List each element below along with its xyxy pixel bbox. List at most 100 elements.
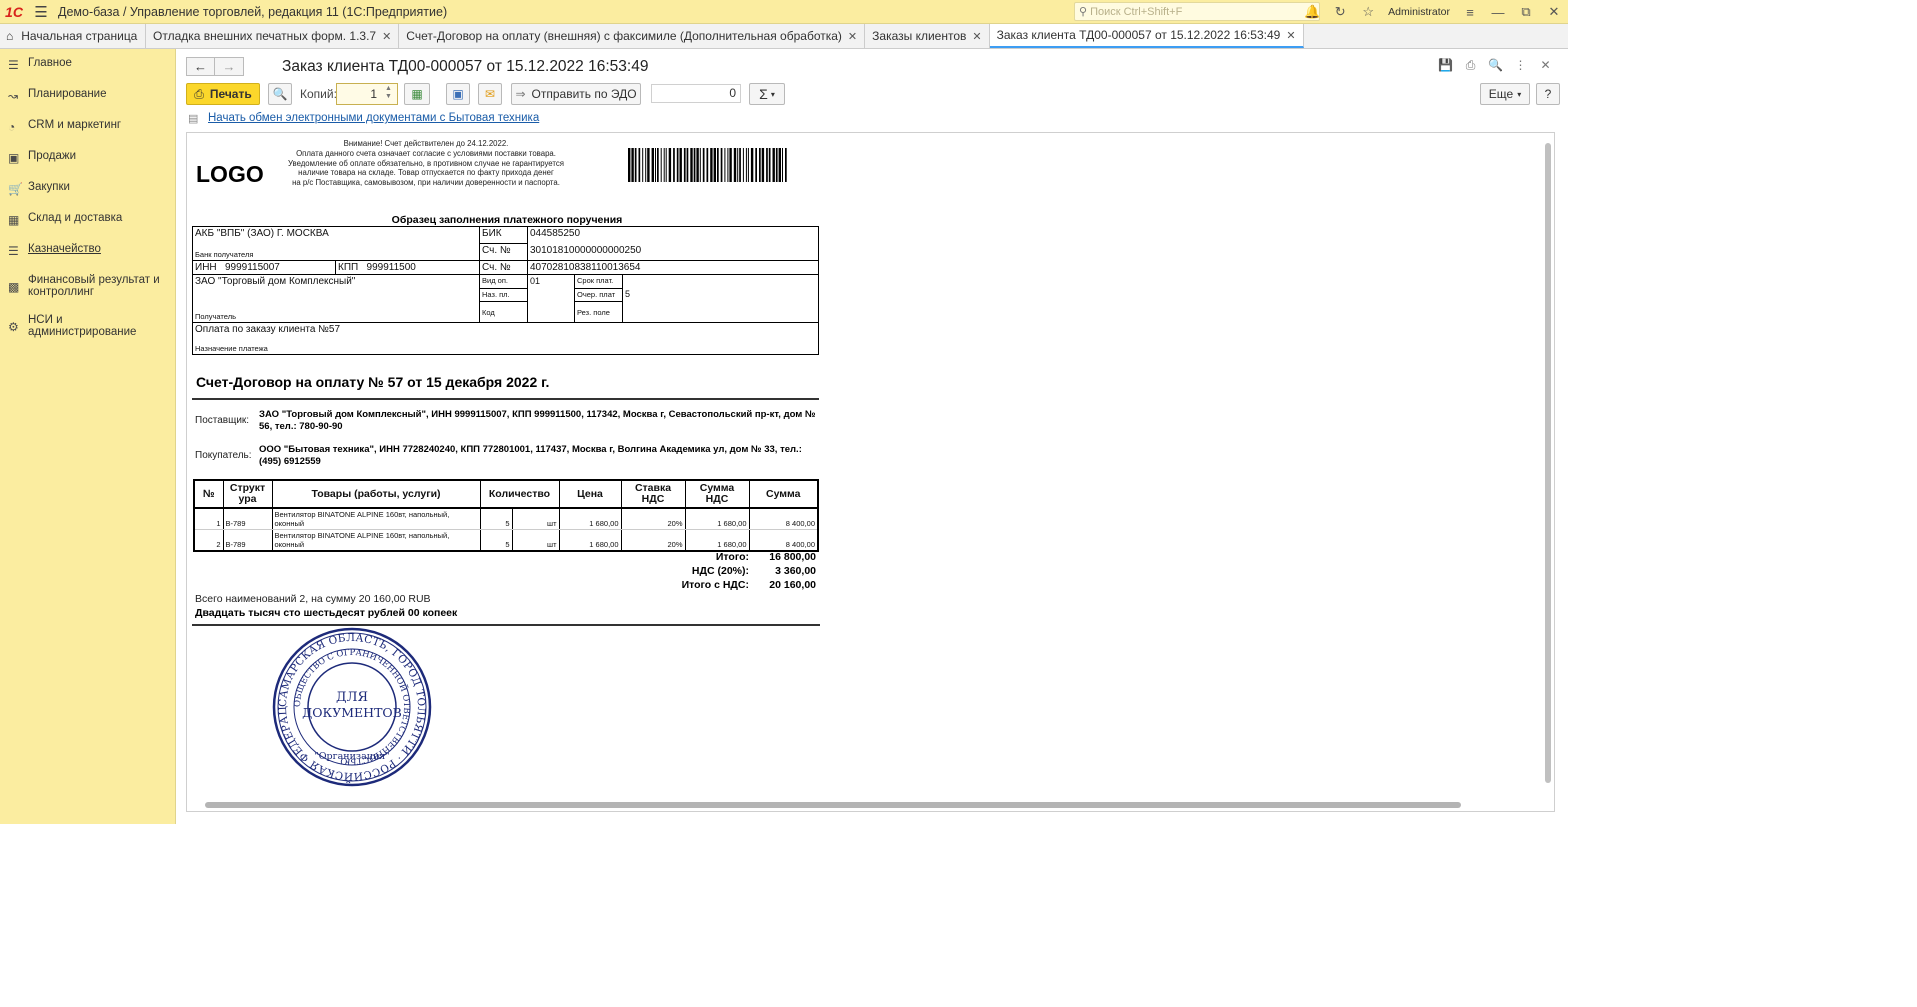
vat-label: НДС (20%): — [691, 565, 749, 577]
grid-icon: ▦ — [411, 87, 423, 101]
save-file-button[interactable]: ▣ — [446, 83, 470, 105]
items-table: № Структ ура Товары (работы, услуги) Кол… — [193, 479, 819, 552]
settings-menu-icon[interactable]: ≡ — [1456, 0, 1484, 24]
copies-label: Копий: — [300, 87, 337, 101]
1c-logo-icon[interactable]: 1С — [0, 0, 28, 24]
minimize-icon[interactable]: — — [1484, 0, 1512, 24]
more-vertical-icon[interactable]: ⋮ — [1508, 58, 1533, 74]
send-edo-button[interactable]: ⇒ Отправить по ЭДО — [511, 83, 641, 105]
close-tab-icon[interactable]: ✕ — [848, 30, 857, 43]
sidebar-item-admin[interactable]: ⚙ НСИ и администрирование — [0, 314, 175, 338]
restore-icon[interactable]: ⧉ — [1512, 0, 1540, 24]
divider — [192, 398, 819, 400]
close-window-icon[interactable]: ✕ — [1540, 0, 1568, 24]
app-title: Демо-база / Управление торговлей, редакц… — [58, 4, 448, 19]
edo-link[interactable]: Начать обмен электронными документами с … — [208, 112, 539, 124]
sidebar-item-treasury[interactable]: ☰ Казначейство — [0, 243, 175, 258]
svg-text:ДЛЯ: ДЛЯ — [336, 690, 368, 705]
sum-field[interactable]: 0 — [651, 84, 741, 103]
company-stamp-image: САМАРСКАЯ ОБЛАСТЬ, ГОРОД ТОЛЬЯТТИ · РОСС… — [272, 627, 432, 787]
main-area: ← → Заказ клиента ТД00-000057 от 15.12.2… — [177, 49, 1568, 824]
buyer-label: Покупатель: — [195, 450, 252, 461]
favorites-star-icon[interactable]: ☆ — [1354, 0, 1382, 24]
barcode-image — [628, 148, 787, 182]
sidebar-item-purchases[interactable]: 🛒 Закупки — [0, 181, 175, 196]
help-button[interactable]: ? — [1536, 83, 1560, 105]
vat-value: 3 360,00 — [775, 565, 816, 577]
more-button[interactable]: Еще ▾ — [1480, 83, 1530, 105]
template-button[interactable]: ▦ — [404, 83, 430, 105]
tab-invoice-facsimile[interactable]: Счет-Договор на оплату (внешняя) с факси… — [399, 24, 866, 48]
sidebar-item-crm[interactable]: ◔ CRM и маркетинг — [0, 119, 175, 134]
treasury-icon: ☰ — [8, 244, 19, 258]
tab-label: Начальная страница — [21, 29, 138, 43]
amount-in-words: Двадцать тысяч сто шестьдесят рублей 00 … — [195, 607, 458, 619]
items-summary: Всего наименований 2, на сумму 20 160,00… — [195, 593, 431, 605]
sidebar-item-main[interactable]: ☰ Главное — [0, 57, 175, 72]
payment-order-table: АКБ "ВПБ" (ЗАО) Г. МОСКВА Банк получателя… — [192, 226, 819, 355]
search-input[interactable] — [1090, 5, 1311, 18]
toolbar: ⎙ Печать 🔍 Копий: 1 ▲ ▼ ▦ ▣ ✉ ⇒ Отправить п… — [186, 83, 1556, 105]
close-tab-icon[interactable]: ✕ — [972, 30, 981, 43]
tab-debug-print-forms[interactable]: Отладка внешних печатных форм. 1.3.7 ✕ — [146, 24, 400, 48]
copies-stepper-icon[interactable]: ▲ ▼ — [385, 85, 392, 101]
preview-button[interactable]: 🔍 — [268, 83, 292, 105]
save-icon[interactable]: 💾 — [1433, 58, 1458, 74]
envelope-icon: ✉ — [484, 87, 496, 101]
email-button[interactable]: ✉ — [478, 83, 502, 105]
floppy-icon: ▣ — [452, 87, 464, 101]
tab-label: Счет-Договор на оплату (внешняя) с факси… — [406, 29, 842, 43]
print-preview[interactable]: LOGO Внимание! Счет действителен до 24.1… — [186, 132, 1555, 812]
planning-icon: ↝ — [8, 89, 19, 103]
table-row: 1 В-789 Вентилятор BINATONE ALPINE 160вт… — [193, 507, 819, 530]
tab-home[interactable]: ⌂ Начальная страница — [0, 24, 146, 48]
total-value: 16 800,00 — [769, 551, 816, 563]
printer-icon: ⎙ — [194, 86, 204, 101]
buyer-value: ООО "Бытовая техника", ИНН 7728240240, К… — [259, 444, 802, 467]
back-button[interactable]: ← — [186, 57, 215, 76]
global-search[interactable]: ⚲ — [1074, 2, 1320, 21]
send-icon: ⇒ — [515, 87, 526, 101]
home-icon: ⌂ — [6, 29, 14, 43]
print-icon[interactable]: ⎙ — [1458, 58, 1483, 74]
title-bar: 1С ☰ Демо-база / Управление торговлей, р… — [0, 0, 1568, 24]
tab-customer-order-57[interactable]: Заказ клиента ТД00-000057 от 15.12.2022 … — [989, 24, 1304, 48]
sidebar-item-finance[interactable]: ▩ Финансовый результат и контроллинг — [0, 274, 175, 298]
edo-icon: ▤ — [188, 113, 199, 125]
sidebar-item-sales[interactable]: ▣ Продажи — [0, 150, 175, 165]
hamburger-menu-icon[interactable]: ☰ — [28, 0, 54, 24]
history-icon[interactable]: ↻ — [1326, 0, 1354, 24]
preview-icon[interactable]: 🔍 — [1483, 58, 1508, 74]
tab-label: Заказы клиентов — [872, 29, 967, 43]
tab-customer-orders[interactable]: Заказы клиентов ✕ — [865, 24, 990, 48]
svg-text:ДОКУМЕНТОВ: ДОКУМЕНТОВ — [302, 705, 402, 720]
sum-button[interactable]: Σ ▾ — [749, 83, 785, 105]
close-tab-icon[interactable]: ✕ — [1286, 29, 1295, 42]
tab-label: Заказ клиента ТД00-000057 от 15.12.2022 … — [996, 28, 1281, 42]
sidebar-item-planning[interactable]: ↝ Планирование — [0, 88, 175, 103]
print-button[interactable]: ⎙ Печать — [186, 83, 260, 105]
payment-header: Образец заполнения платежного поручения — [391, 214, 623, 226]
close-tab-icon[interactable]: ✕ — [382, 30, 391, 43]
notifications-bell-icon[interactable]: 🔔 — [1298, 0, 1326, 24]
vertical-scrollbar[interactable] — [1545, 143, 1551, 783]
horizontal-scrollbar[interactable] — [205, 802, 1461, 808]
sidebar-item-warehouse[interactable]: ▦ Склад и доставка — [0, 212, 175, 227]
gear-icon: ⚙ — [8, 320, 19, 334]
grand-total-value: 20 160,00 — [769, 579, 816, 591]
magnifier-icon: 🔍 — [272, 87, 288, 101]
bag-icon: ▣ — [8, 151, 20, 165]
total-label: Итого: — [715, 551, 749, 563]
user-name[interactable]: Administrator — [1388, 6, 1450, 18]
forward-button[interactable]: → — [215, 57, 244, 76]
page-title: Заказ клиента ТД00-000057 от 15.12.2022 … — [282, 58, 649, 75]
invoice-notice: Внимание! Счет действителен до 24.12.202… — [288, 139, 564, 188]
chart-icon: ▩ — [8, 280, 20, 294]
invoice-title: Счет-Договор на оплату № 57 от 15 декабр… — [196, 374, 550, 390]
cart-icon: 🛒 — [8, 182, 23, 196]
sigma-icon: Σ — [759, 86, 768, 102]
tab-label: Отладка внешних печатных форм. 1.3.7 — [153, 29, 377, 43]
close-form-icon[interactable]: ✕ — [1533, 58, 1558, 74]
crm-icon: ◔ — [8, 120, 16, 134]
sidebar: ☰ Главное ↝ Планирование ◔ CRM и маркетинг … — [0, 49, 176, 824]
